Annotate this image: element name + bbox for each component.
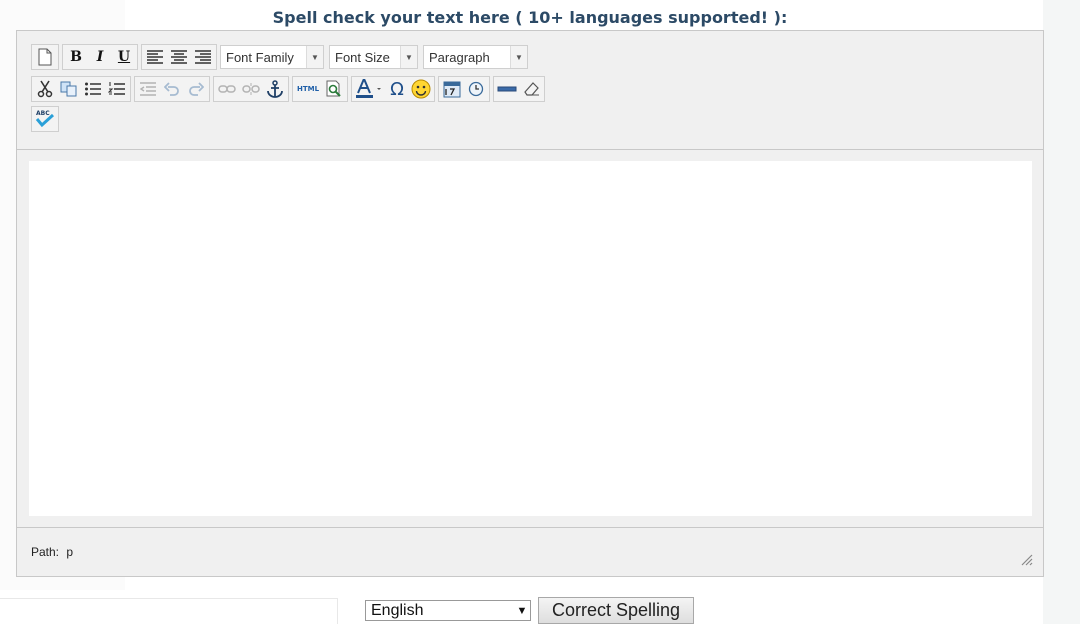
link-icon[interactable] [215, 78, 239, 100]
redo-icon[interactable] [184, 78, 208, 100]
language-select[interactable]: English ▼ [365, 600, 531, 621]
group-color-char: Ω [351, 76, 435, 102]
preview-icon[interactable] [322, 78, 346, 100]
group-align [141, 44, 217, 70]
toolbar-row-2: HTML Ω [31, 76, 548, 102]
language-value: English [371, 601, 424, 619]
chevron-down-icon: ▼ [400, 46, 417, 68]
chevron-down-icon: ▼ [510, 46, 527, 68]
group-date-time [438, 76, 490, 102]
group-indent-undo [134, 76, 210, 102]
bold-button[interactable]: B [64, 46, 88, 68]
emoticon-icon[interactable] [409, 78, 433, 100]
group-misc [493, 76, 545, 102]
new-document-icon[interactable] [33, 46, 57, 68]
copy-icon[interactable] [57, 78, 81, 100]
undo-icon[interactable] [160, 78, 184, 100]
html-source-button[interactable]: HTML [294, 78, 322, 100]
text-input-partial[interactable] [0, 598, 338, 624]
editor-content-area[interactable] [29, 161, 1032, 516]
spellcheck-abc-label: ABC [36, 110, 50, 117]
underline-button[interactable]: U [112, 46, 136, 68]
spellcheck-icon[interactable]: ABC [33, 108, 57, 130]
html-label: HTML [296, 85, 320, 93]
format-value: Paragraph [429, 49, 490, 65]
page-heading: Spell check your text here ( 10+ languag… [272, 8, 788, 27]
chevron-down-icon: ▼ [516, 604, 528, 617]
resize-handle-icon[interactable] [1019, 552, 1033, 566]
anchor-icon[interactable] [263, 78, 287, 100]
correct-spelling-button[interactable]: Correct Spelling [538, 597, 694, 624]
path-indicator: Path: p [31, 545, 73, 559]
align-center-icon[interactable] [167, 46, 191, 68]
chevron-down-icon: ▼ [306, 46, 323, 68]
group-text-style: B I U [62, 44, 138, 70]
path-label: Path: [31, 545, 60, 559]
text-color-icon[interactable] [353, 78, 385, 100]
omega-glyph: Ω [390, 78, 404, 100]
unlink-icon[interactable] [239, 78, 263, 100]
horizontal-rule-icon[interactable] [495, 78, 519, 100]
toolbar-row-3: ABC [31, 106, 62, 132]
font-family-select[interactable]: Font Family ▼ [220, 45, 324, 69]
toolbar-row-1: B I U Font Family ▼ Font Size ▼ Paragrap… [31, 44, 533, 70]
font-family-value: Font Family [226, 49, 294, 65]
group-spellcheck: ABC [31, 106, 59, 132]
group-new [31, 44, 59, 70]
group-clipboard-lists [31, 76, 131, 102]
group-html-preview: HTML [292, 76, 348, 102]
cut-icon[interactable] [33, 78, 57, 100]
path-value[interactable]: p [66, 545, 73, 559]
numbered-list-icon[interactable] [105, 78, 129, 100]
font-size-value: Font Size [335, 49, 390, 65]
italic-button[interactable]: I [88, 46, 112, 68]
group-links [213, 76, 289, 102]
format-select[interactable]: Paragraph ▼ [423, 45, 528, 69]
bullet-list-icon[interactable] [81, 78, 105, 100]
align-left-icon[interactable] [143, 46, 167, 68]
insert-time-icon[interactable] [464, 78, 488, 100]
align-right-icon[interactable] [191, 46, 215, 68]
eraser-icon[interactable] [519, 78, 543, 100]
page-background-right [1043, 0, 1080, 624]
outdent-icon[interactable] [136, 78, 160, 100]
font-size-select[interactable]: Font Size ▼ [329, 45, 418, 69]
rich-text-editor: B I U Font Family ▼ Font Size ▼ Paragrap… [16, 30, 1044, 577]
insert-date-icon[interactable] [440, 78, 464, 100]
editor-status-bar: Path: p [17, 527, 1043, 576]
editor-toolbar: B I U Font Family ▼ Font Size ▼ Paragrap… [17, 31, 1043, 150]
special-character-icon[interactable]: Ω [385, 78, 409, 100]
